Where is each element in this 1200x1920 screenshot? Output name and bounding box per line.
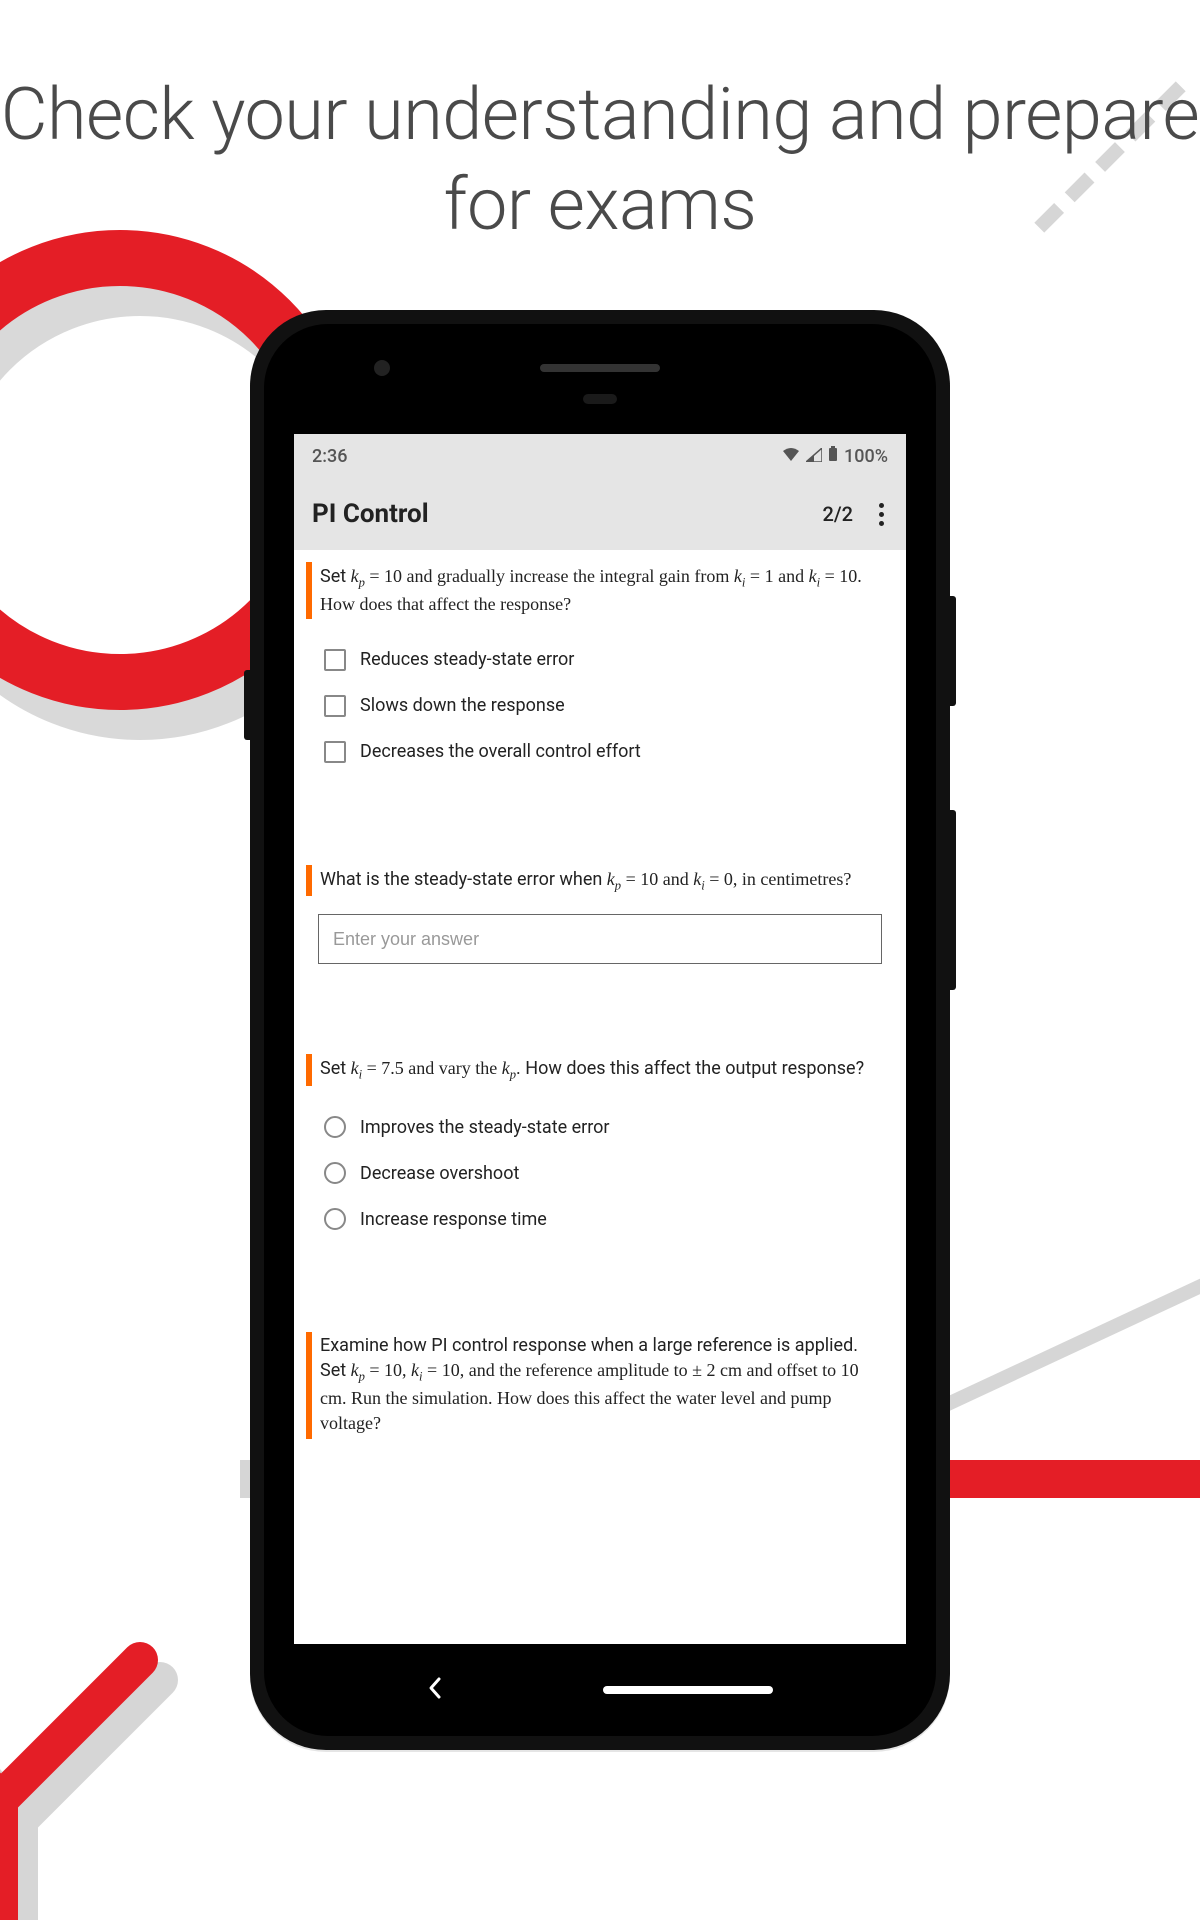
nav-back-icon[interactable]: [427, 1674, 443, 1707]
nav-home-pill[interactable]: [603, 1686, 773, 1694]
phone-sensor: [583, 394, 617, 404]
page-counter: 2/2: [822, 502, 853, 526]
app-title: PI Control: [312, 499, 429, 529]
signal-icon: [806, 446, 822, 467]
q1-option-a[interactable]: Reduces steady-state error: [324, 637, 894, 683]
option-label: Increase response time: [360, 1209, 547, 1230]
quiz-content[interactable]: Set kp = 10 and gradually increase the i…: [294, 550, 906, 1644]
checkbox-icon: [324, 741, 346, 763]
q1-option-c[interactable]: Decreases the overall control effort: [324, 729, 894, 775]
radio-icon: [324, 1208, 346, 1230]
wifi-icon: [782, 446, 800, 467]
status-battery: 100%: [844, 446, 888, 467]
phone-camera: [374, 360, 390, 376]
app-bar: PI Control 2/2: [294, 478, 906, 550]
radio-icon: [324, 1116, 346, 1138]
q3-option-b[interactable]: Decrease overshoot: [324, 1150, 894, 1196]
question-3-prompt: Set ki = 7.5 and vary the kp. How does t…: [306, 1054, 894, 1086]
q1-option-b[interactable]: Slows down the response: [324, 683, 894, 729]
phone-frame: 2:36 100%: [250, 310, 950, 1750]
question-1: Set kp = 10 and gradually increase the i…: [306, 562, 894, 775]
question-2: What is the steady-state error when kp =…: [306, 865, 894, 965]
option-label: Decrease overshoot: [360, 1163, 519, 1184]
option-label: Decreases the overall control effort: [360, 741, 641, 762]
radio-icon: [324, 1162, 346, 1184]
checkbox-icon: [324, 695, 346, 717]
option-label: Slows down the response: [360, 695, 565, 716]
q3-option-c[interactable]: Increase response time: [324, 1196, 894, 1242]
bg-y-red: [0, 1600, 240, 1920]
status-time: 2:36: [312, 446, 347, 467]
phone-speaker: [540, 364, 660, 372]
option-label: Reduces steady-state error: [360, 649, 574, 670]
status-bar: 2:36 100%: [294, 434, 906, 478]
question-3: Set ki = 7.5 and vary the kp. How does t…: [306, 1054, 894, 1242]
overflow-menu-icon[interactable]: [875, 499, 888, 530]
question-2-prompt: What is the steady-state error when kp =…: [306, 865, 894, 897]
phone-screen: 2:36 100%: [294, 434, 906, 1644]
q2-answer-input[interactable]: [318, 914, 882, 964]
question-4-prompt: Examine how PI control response when a l…: [306, 1332, 894, 1438]
android-navbar: [294, 1644, 906, 1736]
page-headline: Check your understanding and prepare for…: [0, 0, 1200, 250]
option-label: Improves the steady-state error: [360, 1117, 610, 1138]
battery-icon: [828, 446, 838, 467]
question-1-prompt: Set kp = 10 and gradually increase the i…: [306, 562, 894, 619]
checkbox-icon: [324, 649, 346, 671]
q3-option-a[interactable]: Improves the steady-state error: [324, 1104, 894, 1150]
question-4: Examine how PI control response when a l…: [306, 1332, 894, 1438]
